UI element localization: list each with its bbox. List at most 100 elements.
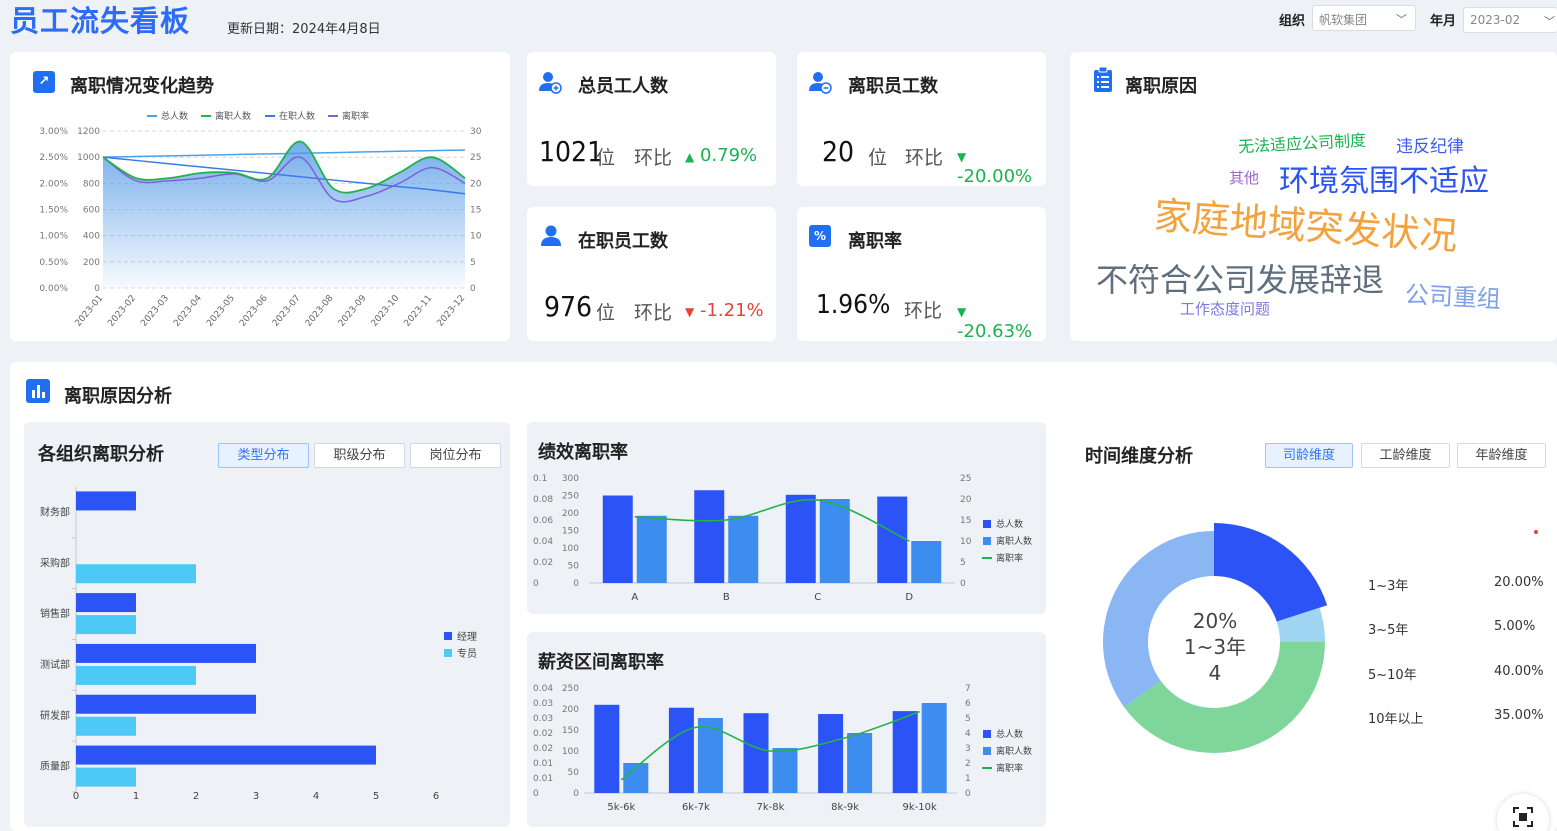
kpi-leave-change-value: -20.00% bbox=[957, 166, 1033, 187]
tab-age[interactable]: 年龄维度 bbox=[1457, 443, 1546, 468]
bar-leave bbox=[921, 703, 947, 793]
y-tick: 0.01 bbox=[533, 759, 553, 769]
bar-total bbox=[743, 713, 769, 793]
kpi-total-hb: 环比 bbox=[634, 147, 673, 169]
arrow-down-icon: ▼ bbox=[685, 305, 695, 319]
y-tick-pct: 2.50% bbox=[39, 153, 68, 163]
tab-work-years[interactable]: 工龄维度 bbox=[1361, 443, 1450, 468]
y-tick: 0.04 bbox=[533, 537, 553, 547]
x-tick: 5k-6k bbox=[607, 802, 635, 813]
x-tick: 9k-10k bbox=[903, 802, 937, 813]
y-tick: 5 bbox=[965, 714, 971, 724]
tab-level[interactable]: 职级分布 bbox=[314, 443, 405, 468]
tab-tenure[interactable]: 司龄维度 bbox=[1265, 443, 1353, 468]
org-analysis-card: 各组织离职分析 类型分布 职级分布 岗位分布 财务部 采购部 销售部 测试部 研发部 质量… bbox=[24, 422, 510, 827]
y-tick: 250 bbox=[562, 492, 579, 502]
x-tick: 2023-08 bbox=[304, 293, 336, 328]
kpi-rate-value: 1.96% bbox=[816, 290, 891, 320]
bar-total bbox=[594, 704, 620, 793]
ring-center-count: 4 bbox=[1208, 661, 1222, 685]
kpi-total-card: 总员工人数 1021 位 环比 ▲ 0.79% bbox=[527, 52, 776, 186]
ring-center: 20% 1~3年 4 bbox=[1150, 608, 1280, 686]
y-tick: 6 bbox=[965, 699, 971, 709]
x-tick: D bbox=[905, 592, 913, 603]
kpi-active-value: 976 bbox=[544, 290, 593, 323]
x-tick: 2023-12 bbox=[435, 294, 467, 329]
ring-slice bbox=[1214, 523, 1328, 622]
kpi-total-unit: 位 bbox=[596, 147, 616, 169]
y-tick: 0 bbox=[533, 789, 539, 799]
y-tick: 0 bbox=[573, 789, 579, 799]
y-tick: 1 bbox=[965, 774, 971, 784]
y-tick-left: 1000 bbox=[77, 153, 100, 163]
legend-swatch bbox=[444, 649, 452, 657]
x-tick: 1 bbox=[133, 791, 139, 802]
kpi-leave-hb: 环比 bbox=[905, 147, 944, 169]
y-tick: 采购部 bbox=[40, 556, 70, 569]
kpi-total-change-value: 0.79% bbox=[699, 145, 758, 166]
ring-center-label: 1~3年 bbox=[1183, 635, 1247, 659]
y-tick: 0.02 bbox=[533, 744, 553, 754]
legend-swatch bbox=[983, 730, 991, 738]
y-tick: 0.06 bbox=[533, 516, 553, 526]
kpi-active-card: 在职员工数 976 位 环比 ▼ -1.21% bbox=[527, 207, 776, 341]
x-tick: 5 bbox=[373, 791, 379, 802]
kpi-active-hb: 环比 bbox=[634, 302, 673, 324]
kpi-rate-hb: 环比 bbox=[904, 300, 943, 322]
kpi-total-change: ▲ 0.79% bbox=[685, 145, 757, 166]
bar-chart-icon bbox=[26, 379, 50, 403]
trend-chart-icon: ↗ bbox=[33, 71, 55, 93]
ring-legend-label: 1~3年 bbox=[1368, 579, 1409, 594]
legend-swatch bbox=[983, 537, 991, 545]
legend-label: 离职率 bbox=[342, 110, 369, 122]
bar-total bbox=[818, 714, 844, 793]
time-title: 时间维度分析 bbox=[1085, 446, 1193, 467]
kpi-leave-value: 20 bbox=[822, 135, 855, 168]
series-line-rate bbox=[634, 498, 910, 542]
y-tick-left: 200 bbox=[83, 258, 100, 268]
bar-manager bbox=[76, 694, 256, 714]
y-tick: 10 bbox=[960, 537, 972, 547]
x-tick: 7k-8k bbox=[757, 802, 785, 813]
fullscreen-button[interactable] bbox=[1497, 794, 1549, 831]
y-tick: 0.01 bbox=[533, 774, 553, 784]
x-tick: 2023-05 bbox=[205, 294, 237, 329]
org-select[interactable]: 帆软集团 ﹀ bbox=[1312, 5, 1416, 31]
y-tick: 0 bbox=[533, 579, 539, 589]
y-tick-pct: 0.50% bbox=[39, 258, 68, 268]
y-tick: 0.04 bbox=[533, 684, 553, 694]
x-tick: 0 bbox=[73, 791, 79, 802]
salary-title: 薪资区间离职率 bbox=[538, 652, 664, 673]
y-tick: 0 bbox=[960, 579, 966, 589]
month-label: 年月 bbox=[1430, 14, 1457, 29]
y-tick-pct: 1.00% bbox=[39, 232, 68, 242]
tab-type[interactable]: 类型分布 bbox=[218, 443, 309, 468]
legend-swatch bbox=[983, 747, 991, 755]
y-tick-pct: 1.50% bbox=[39, 206, 68, 216]
bar-total bbox=[785, 494, 816, 583]
month-select[interactable]: 2023-02 ﹀ bbox=[1463, 7, 1557, 33]
x-tick: 2023-02 bbox=[106, 294, 138, 329]
y-tick: 0 bbox=[965, 789, 971, 799]
legend-label: 离职人数 bbox=[215, 110, 251, 122]
legend-label: 离职率 bbox=[996, 552, 1023, 564]
y-tick-right: 20 bbox=[470, 179, 482, 189]
x-tick: C bbox=[814, 592, 821, 603]
x-tick: 2023-06 bbox=[238, 293, 270, 328]
y-tick: 150 bbox=[562, 726, 579, 736]
y-tick-right: 25 bbox=[470, 153, 481, 163]
arrow-up-icon: ▲ bbox=[685, 150, 695, 164]
org-select-value: 帆软集团 bbox=[1319, 13, 1368, 27]
y-tick-pct: 0.00% bbox=[39, 284, 68, 294]
y-tick: 0.03 bbox=[533, 699, 553, 709]
tab-post[interactable]: 岗位分布 bbox=[410, 443, 501, 468]
bar-manager bbox=[76, 745, 376, 765]
bar-manager bbox=[76, 491, 136, 511]
kpi-total-value: 1021 bbox=[539, 135, 604, 168]
y-tick: 3 bbox=[965, 744, 971, 754]
ring-legend-value: 5.00% bbox=[1494, 619, 1536, 634]
x-tick: 2023-11 bbox=[403, 294, 435, 329]
x-tick: 2023-07 bbox=[271, 294, 303, 329]
org-analysis-title: 各组织离职分析 bbox=[38, 444, 164, 465]
y-tick: 7 bbox=[965, 684, 971, 694]
